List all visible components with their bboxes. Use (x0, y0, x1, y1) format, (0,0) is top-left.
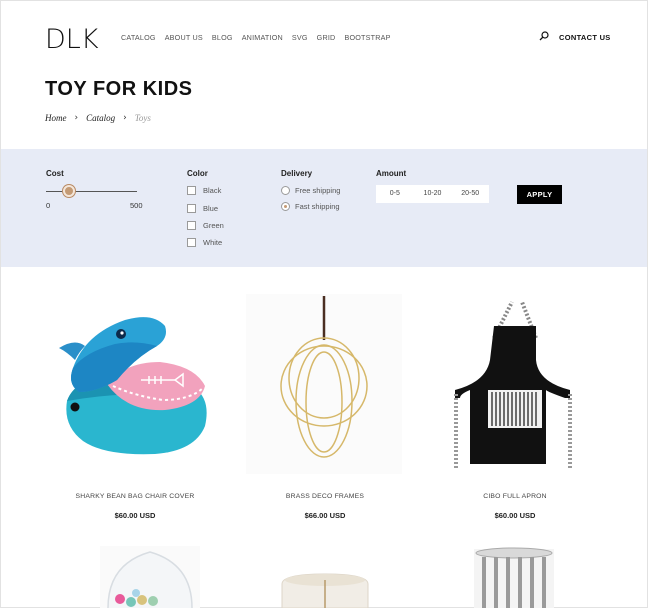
checkbox-box[interactable] (187, 221, 196, 230)
checkbox-label: Green (203, 221, 224, 230)
nav-item-blog[interactable]: BLOG (212, 33, 233, 42)
amount-selector: 0-5 10-20 20-50 (376, 185, 489, 203)
product-price: $60.00 USD (114, 511, 156, 520)
product-card-shark[interactable] (45, 296, 215, 476)
apply-button[interactable]: APPLY (517, 185, 562, 204)
amount-option-20-50[interactable]: 20-50 (451, 185, 489, 203)
search-icon[interactable] (539, 31, 549, 41)
nav-item-svg[interactable]: SVG (292, 33, 308, 42)
checkbox-label: Black (203, 186, 222, 195)
delivery-label: Delivery (281, 169, 313, 178)
nav-item-catalog[interactable]: CATALOG (121, 33, 156, 42)
cost-slider-handle[interactable] (63, 185, 75, 197)
product-card-brass-frames[interactable] (246, 294, 402, 474)
breadcrumb-current: Toys (134, 113, 151, 123)
product-card-apron[interactable] (450, 298, 580, 478)
cost-max-label: 500 (130, 201, 143, 210)
page-title: TOY FOR KIDS (45, 78, 193, 100)
nav-item-bootstrap[interactable]: BOOTSTRAP (344, 33, 390, 42)
checkbox-box[interactable] (187, 186, 196, 195)
nav-item-about-us[interactable]: ABOUT US (165, 33, 203, 42)
amount-label: Amount (376, 169, 407, 178)
radio-button-selected[interactable] (281, 202, 290, 211)
contact-us-link[interactable]: CONTACT US (559, 33, 611, 42)
color-checkbox-green[interactable]: Green (187, 221, 224, 230)
chevron-right-icon: › (123, 113, 127, 123)
delivery-radio-free[interactable]: Free shipping (281, 186, 340, 195)
product-price: $60.00 USD (494, 511, 536, 520)
nav-item-animation[interactable]: ANIMATION (242, 33, 283, 42)
checkbox-label: Blue (203, 204, 219, 213)
radio-label: Fast shipping (295, 202, 340, 211)
checkbox-box[interactable] (187, 238, 196, 247)
color-checkbox-blue[interactable]: Blue (187, 204, 218, 213)
cost-slider-track[interactable] (46, 191, 137, 192)
color-checkbox-white[interactable]: White (187, 238, 222, 247)
logo[interactable]: DLK (45, 24, 99, 55)
checkbox-box[interactable] (187, 204, 196, 213)
breadcrumb-home[interactable]: Home (45, 113, 67, 123)
checkbox-label: White (203, 238, 223, 247)
cost-label: Cost (46, 169, 64, 178)
shark-bean-bag-image[interactable] (45, 296, 215, 476)
candy-jar-image[interactable] (100, 546, 200, 608)
breadcrumb: Home › Catalog › Toys (45, 113, 151, 123)
color-checkbox-black[interactable]: Black (187, 186, 221, 195)
radio-button[interactable] (281, 186, 290, 195)
color-label: Color (187, 169, 208, 178)
nav-item-grid[interactable]: GRID (317, 33, 336, 42)
amount-option-10-20[interactable]: 10-20 (414, 185, 452, 203)
delivery-radio-fast[interactable]: Fast shipping (281, 202, 340, 211)
main-nav: CATALOG ABOUT US BLOG ANIMATION SVG GRID… (121, 33, 391, 42)
cost-min-label: 0 (46, 201, 51, 210)
amount-option-0-5[interactable]: 0-5 (376, 185, 414, 203)
brass-frames-image[interactable] (246, 294, 402, 474)
chevron-right-icon: › (74, 113, 79, 123)
candle-image[interactable] (280, 570, 370, 608)
apron-image[interactable] (450, 298, 580, 478)
product-name[interactable]: SHARKY BEAN BAG CHAIR COVER (55, 493, 215, 500)
product-name[interactable]: BRASS DECO FRAMES (245, 493, 405, 500)
product-name[interactable]: CIBO FULL APRON (435, 493, 595, 500)
product-price: $66.00 USD (304, 511, 346, 520)
lamp-image[interactable] (468, 545, 560, 608)
breadcrumb-catalog[interactable]: Catalog (86, 113, 115, 123)
radio-label: Free shipping (295, 186, 341, 195)
